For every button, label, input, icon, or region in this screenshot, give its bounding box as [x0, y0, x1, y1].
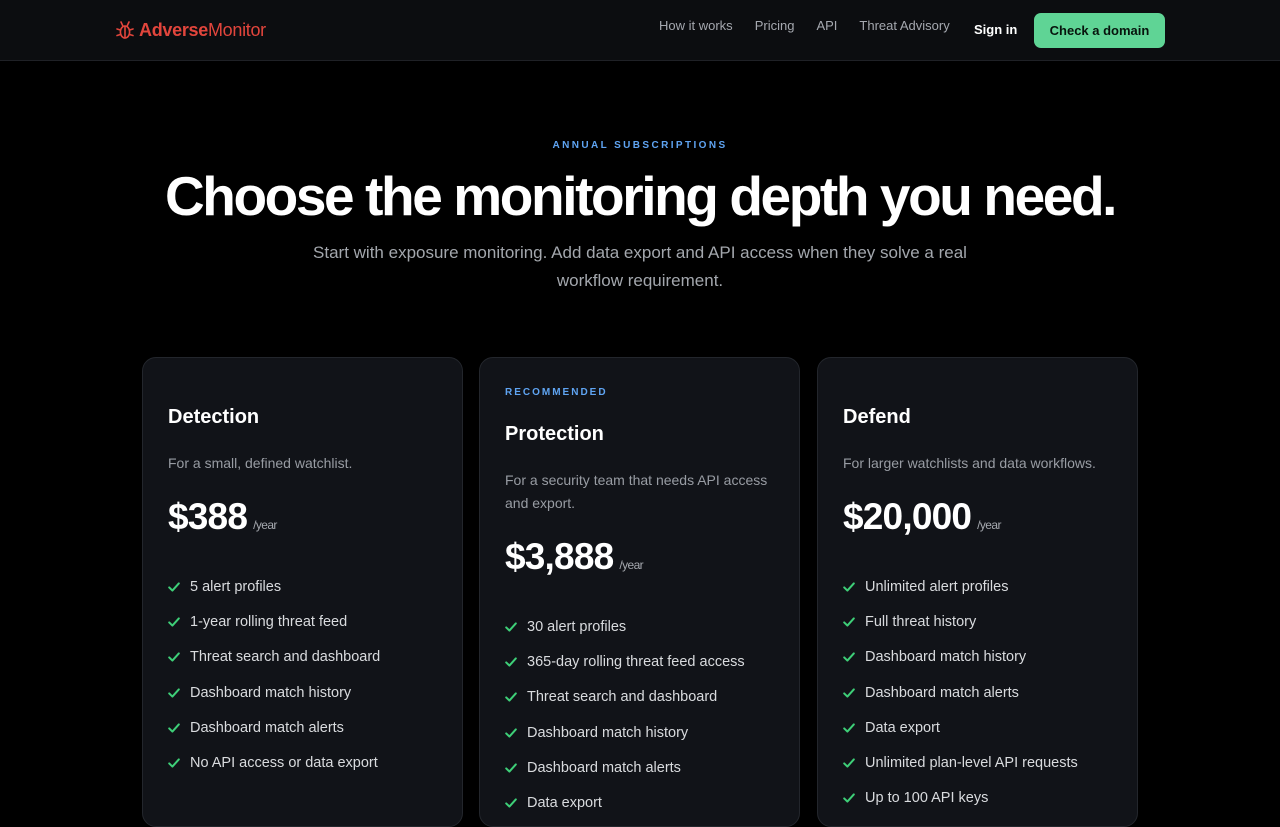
feature-item: Data export [843, 710, 1078, 745]
plan-price: $3,888 /year [505, 536, 644, 578]
feature-item: Dashboard match alerts [168, 710, 380, 745]
plan-price: $388 /year [168, 496, 277, 538]
price-period: /year [977, 518, 1001, 532]
feature-list: 5 alert profiles 1-year rolling threat f… [168, 569, 380, 781]
feature-list: 30 alert profiles 365-day rolling threat… [505, 609, 745, 821]
price-period: /year [619, 558, 644, 572]
feature-item: Dashboard match history [505, 715, 745, 750]
page-title: Choose the monitoring depth you need. [164, 165, 1117, 227]
plan-description: For a small, defined watchlist. [168, 455, 353, 471]
check-icon [505, 727, 517, 738]
feature-item: Up to 100 API keys [843, 781, 1078, 816]
plan-name: Detection [168, 406, 260, 428]
check-icon [505, 798, 517, 808]
feature-item: No API access or data export [168, 745, 380, 780]
check-icon [505, 622, 517, 632]
check-icon [168, 723, 180, 733]
feature-item: 1-year rolling threat feed [168, 604, 380, 639]
check-icon [505, 692, 517, 702]
check-icon [843, 617, 855, 627]
feature-item: Data export [505, 785, 745, 820]
feature-item: 30 alert profiles [505, 609, 745, 644]
plan-card-defend: Defend For larger watchlists and data wo… [817, 357, 1138, 827]
check-icon [843, 793, 855, 804]
price-period: /year [253, 518, 277, 532]
nav-link-how-it-works[interactable]: How it works [659, 18, 733, 34]
nav-link-api[interactable]: API [816, 18, 837, 34]
check-icon [843, 582, 855, 592]
feature-item: Unlimited plan-level API requests [843, 745, 1078, 780]
plan-card-protection: RECOMMENDED Protection For a security te… [479, 357, 800, 827]
feature-item: Threat search and dashboard [505, 680, 745, 715]
plan-description: For larger watchlists and data workflows… [843, 455, 1096, 471]
sign-in-link[interactable]: Sign in [974, 22, 1017, 38]
check-icon [505, 763, 517, 773]
price-amount: $3,888 [505, 536, 614, 577]
recommended-badge: RECOMMENDED [505, 387, 608, 398]
plan-card-detection: Detection For a small, defined watchlist… [142, 357, 463, 827]
check-icon [168, 582, 180, 592]
nav-link-threat-advisory[interactable]: Threat Advisory [859, 18, 949, 34]
plan-price: $20,000 /year [843, 496, 1001, 538]
check-icon [843, 687, 855, 698]
plan-name: Protection [505, 423, 604, 445]
feature-item: Unlimited alert profiles [843, 569, 1078, 604]
feature-item: Threat search and dashboard [168, 640, 380, 675]
plan-description: For a security team that needs API acces… [505, 472, 768, 511]
check-icon [168, 652, 180, 662]
site-header: AdverseMonitor How it works Pricing API … [0, 0, 1280, 61]
feature-item: Dashboard match history [843, 640, 1078, 675]
check-icon [843, 723, 855, 733]
feature-item: 5 alert profiles [168, 569, 380, 604]
feature-item: Full threat history [843, 604, 1078, 639]
page-subtitle: Start with exposure monitoring. Add data… [313, 243, 967, 290]
plan-name: Defend [843, 406, 911, 428]
brand-logo[interactable]: AdverseMonitor [116, 19, 266, 41]
check-icon [168, 617, 180, 627]
check-icon [505, 657, 517, 667]
feature-list: Unlimited alert profiles Full threat his… [843, 569, 1078, 816]
check-domain-button[interactable]: Check a domain [1034, 13, 1165, 48]
section-eyebrow: ANNUAL SUBSCRIPTIONS [552, 140, 728, 151]
feature-item: Dashboard match alerts [843, 675, 1078, 710]
check-icon [843, 758, 855, 768]
feature-item: 365-day rolling threat feed access [505, 644, 745, 679]
bug-icon [116, 21, 134, 39]
nav-link-pricing[interactable]: Pricing [755, 18, 795, 34]
check-icon [843, 652, 855, 662]
check-icon [168, 687, 180, 698]
feature-item: Dashboard match alerts [505, 750, 745, 785]
check-icon [168, 758, 180, 768]
price-amount: $388 [168, 496, 248, 537]
main-nav: How it works Pricing API Threat Advisory [659, 18, 972, 34]
brand-name: AdverseMonitor [139, 20, 266, 40]
feature-item: Dashboard match history [168, 675, 380, 710]
price-amount: $20,000 [843, 496, 972, 537]
